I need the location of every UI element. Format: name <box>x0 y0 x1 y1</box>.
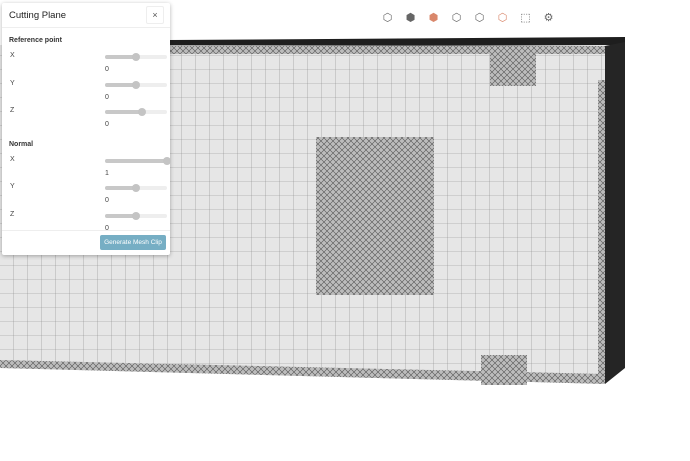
orange-cube-icon[interactable]: ⬢ <box>424 8 443 27</box>
slider-thumb[interactable] <box>138 108 147 116</box>
view-toolbar: ⬡ ⬢ ⬢ ⬡ ⬡ ⬡ ⬚ ⚙ <box>378 8 558 27</box>
axis-value: 1 <box>105 169 109 177</box>
box-select-icon[interactable]: ⬚ <box>516 8 535 27</box>
view-cube-icon[interactable]: ⬡ <box>378 8 397 27</box>
normal-heading: Normal <box>9 140 34 148</box>
axis-value: 0 <box>105 66 109 73</box>
mesh-dense-patch <box>490 50 536 86</box>
close-icon[interactable]: × <box>146 6 164 24</box>
slider-thumb[interactable] <box>132 80 140 89</box>
mesh-edge-band <box>598 80 605 380</box>
slider-thumb[interactable] <box>132 184 140 192</box>
slider-thumb[interactable] <box>132 211 140 220</box>
normal-x-row: X 1 <box>2 153 171 181</box>
generate-mesh-clip-button[interactable]: Generate Mesh Clip <box>100 235 166 250</box>
reference-y-slider[interactable] <box>105 80 167 89</box>
reference-y-row: Y 0 <box>2 77 170 105</box>
reference-x-slider[interactable] <box>105 53 167 61</box>
axis-value: 0 <box>105 197 109 204</box>
mesh-right-face <box>605 42 625 384</box>
orange-outline-cube-icon[interactable]: ⬡ <box>493 8 512 27</box>
mesh-edge-band <box>170 46 605 54</box>
axis-label: Z <box>10 107 15 114</box>
normal-z-slider[interactable] <box>105 211 167 220</box>
normal-y-row: Y 0 <box>2 180 170 208</box>
half-cube-icon[interactable]: ⬡ <box>447 8 466 27</box>
reference-z-row: Z 0 <box>2 104 170 132</box>
axis-label: X <box>10 52 15 59</box>
reference-z-slider[interactable] <box>105 108 167 116</box>
axis-value: 0 <box>105 121 109 128</box>
axis-label: Z <box>10 210 15 218</box>
reference-point-heading: Reference point <box>9 37 62 44</box>
normal-y-slider[interactable] <box>105 184 167 192</box>
axis-label: X <box>10 155 15 163</box>
slider-thumb[interactable] <box>132 53 140 61</box>
axis-label: Y <box>10 79 15 87</box>
dotted-cube-icon[interactable]: ⬡ <box>470 8 489 27</box>
mesh-dense-region <box>316 137 434 295</box>
cutting-plane-panel: Cutting Plane × Reference point X 0Y 0Z … <box>2 3 171 255</box>
panel-title: Cutting Plane <box>9 9 67 21</box>
solid-cube-icon[interactable]: ⬢ <box>401 8 420 27</box>
slider-thumb[interactable] <box>163 156 171 165</box>
axis-label: Y <box>10 183 15 190</box>
normal-x-slider[interactable] <box>105 156 171 165</box>
settings-cube-icon[interactable]: ⚙ <box>539 8 558 27</box>
axis-value: 0 <box>105 93 109 101</box>
reference-x-row: X 0 <box>2 49 170 77</box>
